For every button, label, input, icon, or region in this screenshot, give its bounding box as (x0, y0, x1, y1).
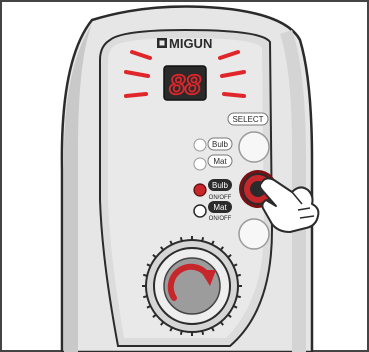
led-digits: 88 (169, 69, 201, 100)
mat-indicator-light (193, 157, 207, 171)
mat-select-label: Mat (213, 157, 227, 166)
mat-onoff-sublabel: ON/OFF (209, 216, 232, 222)
brand-logo-inner (159, 40, 165, 46)
brand-name: MIGUN (169, 36, 212, 51)
mat-onoff-indicator-light (193, 204, 207, 218)
mat-onoff-label: Mat (213, 203, 227, 212)
bulb-onoff-indicator-light (193, 183, 207, 197)
bulb-indicator-light (193, 138, 207, 152)
mat-onoff-button[interactable] (238, 218, 270, 250)
select-button-top[interactable] (238, 131, 270, 163)
bulb-select-label: Bulb (212, 140, 229, 149)
device-illustration: MIGUN 88 SELECT Bulb Mat Bulb ON/OFF Mat… (0, 0, 369, 352)
bulb-onoff-label: Bulb (212, 181, 229, 190)
bulb-onoff-sublabel: ON/OFF (209, 195, 232, 201)
select-label: SELECT (232, 115, 263, 124)
